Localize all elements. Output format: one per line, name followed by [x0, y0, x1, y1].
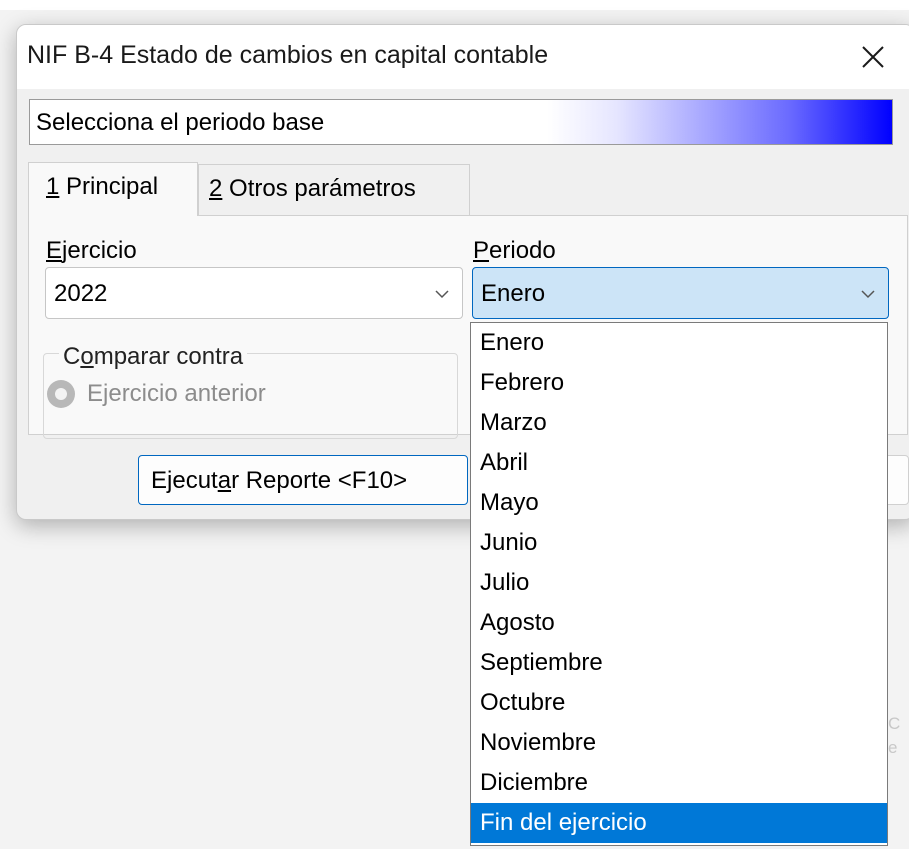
tab-mnemonic: 1 — [46, 173, 60, 200]
background-window-text: C e — [888, 712, 900, 760]
periodo-label: Periodo — [473, 237, 556, 265]
title-text: C — [63, 343, 81, 370]
periodo-select[interactable]: Enero — [472, 267, 889, 319]
periodo-option[interactable]: Fin del ejercicio — [471, 803, 887, 843]
periodo-option[interactable]: Abril — [471, 443, 887, 483]
tab-principal[interactable]: 1 Principal — [28, 162, 198, 216]
comparar-title: Comparar contra — [59, 343, 248, 371]
ejercicio-value: 2022 — [54, 280, 108, 307]
tab-otros-parametros[interactable]: 2 Otros parámetros — [198, 164, 470, 216]
label-mnemonic: P — [473, 237, 490, 264]
tab-label: Principal — [59, 173, 159, 200]
ejercicio-anterior-label: Ejercicio anterior — [87, 380, 266, 407]
periodo-option[interactable]: Noviembre — [471, 723, 887, 763]
chevron-down-icon — [435, 290, 449, 299]
periodo-option[interactable]: Marzo — [471, 403, 887, 443]
window-title: NIF B-4 Estado de cambios en capital con… — [27, 41, 549, 69]
periodo-dropdown-list[interactable]: Enero Febrero Marzo Abril Mayo Junio Julio Agos… — [470, 322, 888, 846]
title-mnemonic: o — [80, 343, 94, 370]
tab-mnemonic: 2 — [209, 175, 223, 202]
periodo-option[interactable]: Septiembre — [471, 643, 887, 683]
ejercicio-anterior-radio[interactable] — [47, 380, 75, 408]
background-fragment: C — [888, 714, 901, 733]
label-mnemonic: E — [46, 237, 63, 264]
instruction-banner: Selecciona el periodo base — [29, 99, 893, 145]
ejercicio-select[interactable]: 2022 — [45, 267, 463, 319]
periodo-option[interactable]: Julio — [471, 563, 887, 603]
periodo-option[interactable]: Enero — [471, 323, 887, 363]
periodo-value: Enero — [481, 280, 546, 307]
title-bar[interactable]: NIF B-4 Estado de cambios en capital con… — [17, 25, 909, 89]
tab-label: Otros parámetros — [222, 175, 416, 202]
close-button[interactable] — [847, 33, 899, 81]
button-text: Ejecut — [151, 467, 218, 494]
label-text: eriodo — [489, 237, 556, 264]
background-strip — [0, 0, 909, 10]
periodo-options: Enero Febrero Marzo Abril Mayo Junio Julio Agos… — [471, 323, 887, 843]
periodo-option[interactable]: Febrero — [471, 363, 887, 403]
periodo-option[interactable]: Mayo — [471, 483, 887, 523]
background-fragment: e — [888, 738, 898, 757]
button-mnemonic: a — [217, 467, 232, 494]
execute-report-button[interactable]: Ejecutar Reporte <F10> — [138, 455, 468, 505]
chevron-down-icon — [861, 290, 875, 299]
ejercicio-label: Ejercicio — [46, 237, 137, 265]
periodo-option[interactable]: Octubre — [471, 683, 887, 723]
periodo-option[interactable]: Agosto — [471, 603, 887, 643]
button-text: r Reporte <F10> — [231, 467, 408, 494]
periodo-option[interactable]: Diciembre — [471, 763, 887, 803]
periodo-option[interactable]: Junio — [471, 523, 887, 563]
instruction-text: Selecciona el periodo base — [36, 109, 325, 136]
close-icon — [862, 46, 884, 68]
label-text: jercicio — [62, 237, 137, 264]
title-text: mparar contra — [93, 343, 244, 370]
